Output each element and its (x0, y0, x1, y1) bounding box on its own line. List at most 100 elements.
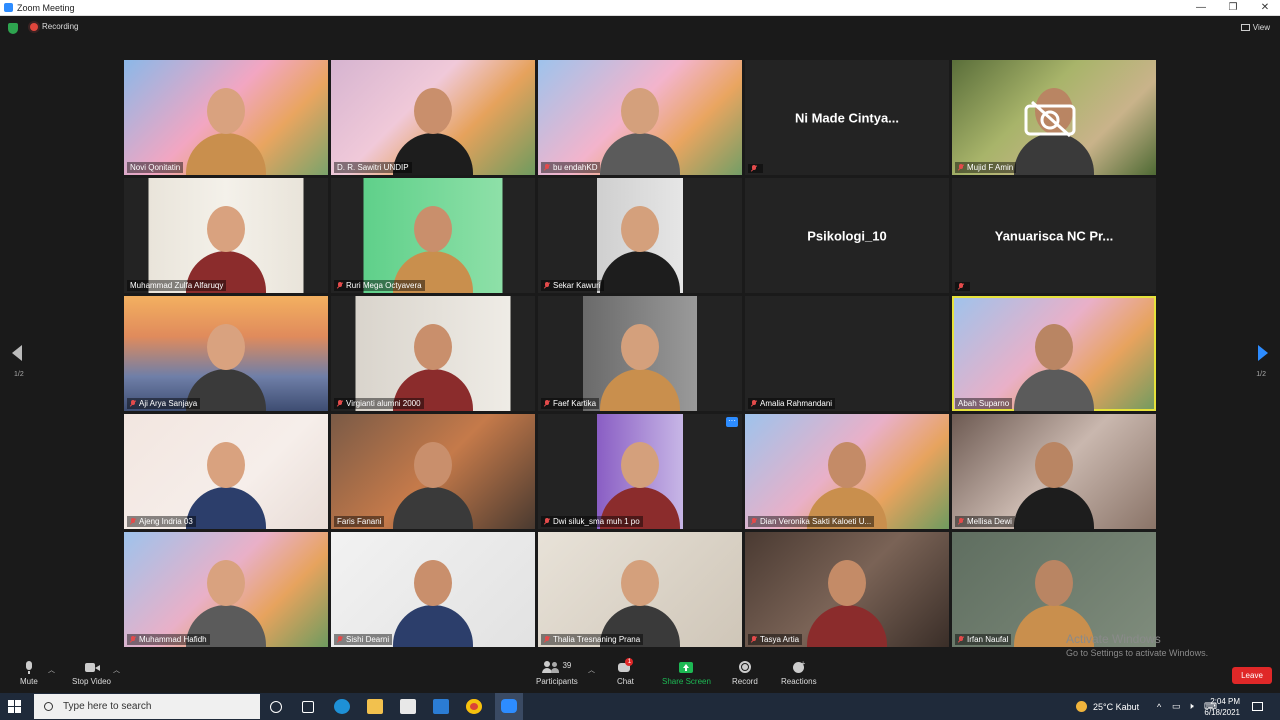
stop-video-button[interactable]: Stop Video (72, 661, 111, 686)
taskbar-search-box[interactable]: Type here to search (34, 694, 260, 719)
participant-tile[interactable]: bu endahKD (538, 60, 742, 175)
notifications-icon[interactable] (1252, 693, 1263, 720)
participant-tile[interactable]: Sekar Kawuri (538, 178, 742, 293)
mic-muted-icon (337, 400, 343, 407)
participant-name-tag: Abah Suparno (955, 398, 1013, 409)
meeting-top-strip: Recording View (0, 16, 1280, 42)
network-icon[interactable]: ▭ (1172, 693, 1182, 720)
microsoft-store-icon[interactable] (400, 699, 416, 714)
participant-tile[interactable]: Mellisa Dewi (952, 414, 1156, 529)
share-screen-button[interactable]: Share Screen (662, 661, 711, 686)
participant-name-tag: Faef Kartika (541, 398, 600, 409)
participants-options-caret-icon[interactable]: ︿ (588, 665, 595, 675)
window-titlebar: Zoom Meeting — ❐ ✕ (0, 0, 1280, 16)
participant-video (802, 532, 892, 647)
participant-tile[interactable]: Sishi Dearni (331, 532, 535, 647)
participant-name-tag: Novi Qonitatin (127, 162, 184, 173)
participant-name-tag: Aji Arya Sanjaya (127, 398, 201, 409)
participant-tile[interactable]: Mujid F Amin (952, 60, 1156, 175)
participant-tile[interactable]: Yanuarisca NC Pr... (952, 178, 1156, 293)
participant-name: Dian Veronika Sakti Kaloeti U... (760, 517, 872, 526)
close-button[interactable]: ✕ (1250, 0, 1280, 15)
audio-options-caret-icon[interactable]: ︿ (48, 665, 55, 675)
participant-name: Mujid F Amin (967, 163, 1014, 172)
participant-name: Dwi siluk_sma muh 1 po (553, 517, 640, 526)
leave-button[interactable]: Leave (1232, 667, 1272, 684)
next-page-arrow-icon[interactable] (1258, 345, 1268, 361)
mail-icon[interactable] (433, 699, 449, 714)
participant-video (1009, 532, 1099, 647)
mic-muted-icon (130, 400, 136, 407)
participant-video (1009, 296, 1099, 411)
record-dot-icon (30, 22, 38, 31)
participant-tile[interactable]: Virgianti alumni 2000 (331, 296, 535, 411)
participant-name-tag: Dian Veronika Sakti Kaloeti U... (748, 516, 875, 527)
reactions-button[interactable]: + Reactions (781, 659, 817, 686)
participant-tile[interactable]: Tasya Artia (745, 532, 949, 647)
tray-overflow-icon[interactable]: ^ (1157, 693, 1161, 720)
participant-tile[interactable]: Faris Fanani (331, 414, 535, 529)
mic-muted-icon (337, 636, 343, 643)
participant-name-tag (748, 164, 763, 173)
participant-tile[interactable]: Faef Kartika (538, 296, 742, 411)
participant-tile[interactable]: Ruri Mega Octyavera (331, 178, 535, 293)
minimize-button[interactable]: — (1186, 0, 1216, 15)
participant-tile[interactable]: Irfan Naufal (952, 532, 1156, 647)
participant-name-tag: D. R. Sawitri UNDIP (334, 162, 412, 173)
participant-video (388, 296, 478, 411)
previous-page-arrow-icon[interactable] (12, 345, 22, 361)
participant-tile[interactable]: Ni Made Cintya... (745, 60, 949, 175)
mute-button[interactable]: Mute (20, 661, 38, 686)
view-button[interactable]: View (1240, 23, 1270, 32)
gallery-grid: Novi Qonitatin D. R. Sawitri UNDIP bu enda… (124, 60, 1156, 648)
record-button[interactable]: Record (732, 661, 758, 686)
cortana-icon[interactable] (270, 701, 282, 713)
participant-tile[interactable]: D. R. Sawitri UNDIP (331, 60, 535, 175)
taskbar-clock[interactable]: 2:04 PM 6/18/2021 (1204, 696, 1240, 718)
participant-tile[interactable]: Abah Suparno (952, 296, 1156, 411)
mic-muted-icon (544, 636, 550, 643)
participant-name: Ajeng Indria 03 (139, 517, 193, 526)
task-view-icon[interactable] (302, 701, 314, 713)
participant-tile[interactable]: Psikologi_10 (745, 178, 949, 293)
zoom-taskbar-button[interactable] (495, 693, 523, 720)
restore-button[interactable]: ❐ (1218, 0, 1248, 15)
windows-taskbar: Type here to search 25°C Kabut ^ ▭ 🕨 ⌨ 2… (0, 693, 1280, 720)
participants-button[interactable]: 39 Participants (536, 661, 578, 686)
participants-count: 39 (562, 661, 572, 670)
video-options-caret-icon[interactable]: ︿ (113, 665, 120, 675)
participant-name-tag: Dwi siluk_sma muh 1 po (541, 516, 643, 527)
tile-more-options-button[interactable]: ··· (726, 417, 738, 427)
recording-indicator[interactable]: Recording (30, 22, 78, 31)
participant-name-tag: Irfan Naufal (955, 634, 1012, 645)
participant-video (181, 178, 271, 293)
windows-start-icon[interactable] (8, 700, 21, 713)
participant-tile[interactable]: Dian Veronika Sakti Kaloeti U... (745, 414, 949, 529)
edge-browser-icon[interactable] (334, 699, 350, 714)
participant-tile[interactable]: Amalia Rahmandani (745, 296, 949, 411)
chat-bubble-icon: 1 (618, 658, 634, 674)
participant-tile[interactable]: Ajeng Indria 03 (124, 414, 328, 529)
participant-tile[interactable]: Thalia Tresnaning Prana (538, 532, 742, 647)
participant-tile[interactable]: Muhammad Hafidh (124, 532, 328, 647)
weather-widget[interactable]: 25°C Kabut (1076, 693, 1139, 720)
volume-icon[interactable]: 🕨 (1188, 693, 1194, 720)
encryption-shield-icon[interactable] (8, 23, 18, 34)
participant-video (181, 296, 271, 411)
participant-video (595, 178, 685, 293)
share-arrow-icon (679, 661, 694, 674)
file-explorer-icon[interactable] (367, 699, 383, 714)
chat-button[interactable]: 1 Chat (617, 658, 634, 686)
participant-video (181, 60, 271, 175)
participant-name: Amalia Rahmandani (760, 399, 833, 408)
participant-video (1009, 414, 1099, 529)
participant-tile[interactable]: ··· Dwi siluk_sma muh 1 po (538, 414, 742, 529)
search-icon (44, 702, 53, 711)
participant-name-tag: Faris Fanani (334, 516, 385, 527)
chrome-icon[interactable] (466, 699, 482, 714)
participant-tile[interactable]: Novi Qonitatin (124, 60, 328, 175)
participant-name: Mellisa Dewi (967, 517, 1012, 526)
participant-tile[interactable]: Muhammad Zulfa Alfaruqy (124, 178, 328, 293)
participant-tile[interactable]: Aji Arya Sanjaya (124, 296, 328, 411)
chat-badge: 1 (625, 658, 634, 666)
